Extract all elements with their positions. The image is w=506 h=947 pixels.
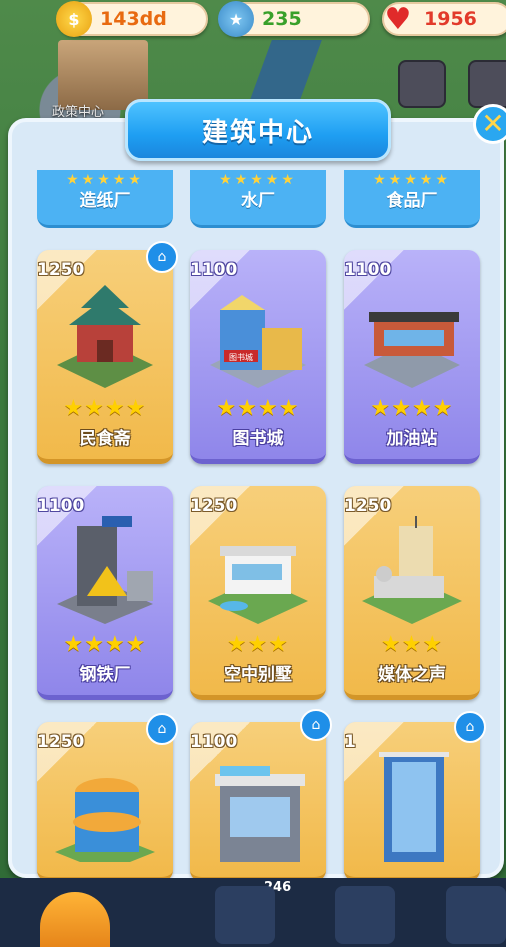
office-building-icon [379,752,449,862]
building-name: 钢铁厂 [79,665,131,685]
building-name: 食品厂 [386,191,438,211]
villa-building-icon [208,546,308,624]
building-card-round-tower[interactable]: 1250 [37,722,173,882]
dialog-title: 建筑中心 [201,117,314,148]
star-rating: ★★★★★ [373,172,451,188]
building-card-paper-mill[interactable]: ★★★★★ 造纸厂 [37,170,173,228]
restaurant-building-icon [57,285,153,388]
star-icon: ★ [218,1,254,37]
building-name: 水厂 [241,191,275,211]
building-cost: 1 [344,732,356,752]
building-card-sky-villa[interactable]: 1250 ★★★ 空中别墅 [190,486,326,700]
building-card-steel-mill[interactable]: 1100 ★★★★ 钢铁厂 [37,486,173,700]
star-rating: ★★★★ [63,396,147,421]
building-cost: 1250 [344,496,392,516]
building-name: 加油站 [386,429,438,449]
star-rating: ★★★ [380,632,444,657]
home-icon: ⌂ [146,241,178,273]
star-rating: ★★★★★ [66,172,144,188]
building-name: 媒体之声 [378,665,446,685]
factory-icon[interactable] [446,886,506,944]
star-rating: ★★★★ [216,396,300,421]
building-name: 空中别墅 [224,665,292,685]
building-cost: 1250 [190,496,238,516]
bottom-toolbar: 246 [0,878,506,947]
heart-value: 1956 [424,8,477,30]
building-name: 图书城 [232,429,284,449]
heart-icon: ♥ [384,1,412,37]
gas-station-building-icon [364,312,460,388]
coin-icon: $ [56,1,92,37]
home-icon: ⌂ [300,709,332,741]
steel-mill-building-icon [57,516,153,624]
home-icon: ⌂ [146,713,178,745]
star-value: 235 [262,8,302,30]
shop-icon-button[interactable] [398,60,446,108]
building-name: 民食斋 [79,429,131,449]
home-icon: ⌂ [454,711,486,743]
building-card-food-factory[interactable]: ★★★★★ 食品厂 [344,170,480,228]
building-cost: 1100 [344,260,392,280]
building-card-minshizhai[interactable]: 1250 ★★★★ 民食斋 [37,250,173,464]
star-counter[interactable]: ★ 235 [218,1,370,37]
building-card-media-voice[interactable]: 1250 ★★★ 媒体之声 [344,486,480,700]
star-rating: ★★★★ [370,396,454,421]
camera-icon-button[interactable] [468,60,506,108]
media-tower-building-icon [362,516,462,624]
heart-counter[interactable]: ♥ 1956 [382,1,506,37]
rocket-icon[interactable] [335,886,395,944]
apartment-building-icon [215,766,305,862]
svg-text:图书城: 图书城 [229,352,253,362]
building-card-glass-office[interactable]: 1 [344,722,480,882]
building-cost: 1250 [37,732,85,752]
bookstore-building-icon: 图书城 [210,295,306,388]
shop-building-icon[interactable] [215,886,275,944]
building-card-water-plant[interactable]: ★★★★★ 水厂 [190,170,326,228]
dialog-title-bar: 建筑中心 [125,99,391,161]
star-rating: ★★★★ [63,632,147,657]
building-card-pool-apartment[interactable]: 1100 [190,722,326,882]
coin-value: 143dd [100,8,167,30]
building-cost: 1100 [37,496,85,516]
building-card-bookstore[interactable]: 1100 图书城 ★★★★ 图书城 [190,250,326,464]
build-helmet-icon[interactable] [40,892,110,947]
building-cost: 1100 [190,260,238,280]
building-name: 造纸厂 [79,191,131,211]
building-cost: 1100 [190,732,238,752]
tower-building-icon [55,778,155,862]
building-cost: 1250 [37,260,85,280]
coin-counter[interactable]: $ 143dd [56,1,208,37]
star-rating: ★★★ [226,632,290,657]
star-rating: ★★★★★ [219,172,297,188]
close-icon[interactable]: ✕ [473,104,506,144]
building-card-gas-station[interactable]: 1100 ★★★★ 加油站 [344,250,480,464]
